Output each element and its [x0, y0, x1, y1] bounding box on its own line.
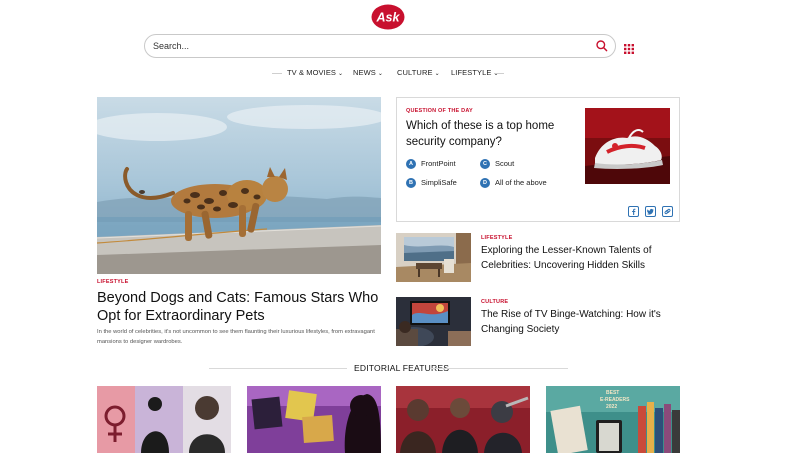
link-icon[interactable] — [662, 206, 673, 217]
twitter-icon[interactable] — [645, 206, 656, 217]
editorial-card[interactable]: BEST E-READERS 2022 — [546, 386, 680, 453]
logo-text: Ask — [376, 11, 401, 25]
search-icon[interactable] — [595, 39, 609, 53]
nav-item-label: LIFESTYLE — [451, 68, 492, 77]
editorial-card[interactable] — [97, 386, 231, 453]
nav-item-label: CULTURE — [397, 68, 433, 77]
apps-grid-icon[interactable] — [624, 41, 634, 54]
search-input[interactable] — [153, 38, 583, 54]
hero-kicker[interactable]: LIFESTYLE — [97, 279, 128, 285]
question-title: Which of these is a top home security co… — [406, 120, 555, 148]
answer-option-d[interactable]: D All of the above — [480, 174, 547, 188]
svg-text:BEST: BEST — [606, 390, 619, 396]
option-text: FrontPoint — [421, 159, 456, 169]
answer-option-c[interactable]: C Scout — [480, 155, 515, 169]
option-letter: A — [406, 158, 416, 169]
svg-text:E-READERS: E-READERS — [600, 397, 630, 403]
nav-divider — [494, 73, 504, 74]
nav-item-label: TV & MOVIES — [287, 68, 337, 77]
option-letter: B — [406, 177, 416, 188]
nav-item-tv-movies[interactable]: TV & MOVIES ⌄ — [287, 68, 343, 77]
chevron-down-icon: ⌄ — [377, 71, 384, 77]
hero-title[interactable]: Beyond Dogs and Cats: Famous Stars Who O… — [97, 289, 387, 325]
editorial-card[interactable] — [396, 386, 530, 453]
svg-text:2022: 2022 — [606, 404, 617, 410]
editorial-divider-left — [209, 368, 347, 369]
editorial-card[interactable] — [247, 386, 381, 453]
ask-logo[interactable]: Ask — [371, 4, 405, 30]
option-text: Scout — [495, 159, 515, 169]
side-article-title[interactable]: Exploring the Lesser-Known Talents of Ce… — [481, 244, 681, 273]
question-kicker: QUESTION OF THE DAY — [406, 108, 473, 114]
ask-logo-mark: Ask — [371, 4, 405, 30]
hero-image[interactable] — [97, 97, 381, 274]
hero-description: In the world of celebrities, it's not un… — [97, 329, 375, 345]
answer-option-b[interactable]: B SimpliSafe — [406, 174, 457, 188]
nav-divider — [272, 73, 282, 74]
side-article-image-tv[interactable] — [396, 297, 471, 346]
search-bar — [144, 34, 616, 58]
facebook-icon[interactable] — [628, 206, 639, 217]
side-article-kicker[interactable]: CULTURE — [481, 299, 508, 305]
question-image-sneaker — [585, 108, 670, 184]
chevron-down-icon: ⌄ — [338, 71, 344, 77]
nav-item-label: NEWS — [353, 68, 376, 77]
category-nav: TV & MOVIES ⌄ NEWS ⌄ CULTURE ⌄ LIFESTYLE ⌄ — [272, 66, 504, 80]
side-article-image-room[interactable] — [396, 233, 471, 282]
option-text: SimpliSafe — [421, 178, 457, 188]
side-article-kicker[interactable]: LIFESTYLE — [481, 235, 512, 241]
option-letter: C — [480, 158, 490, 169]
chevron-down-icon: ⌄ — [493, 71, 499, 77]
chevron-down-icon: ⌄ — [434, 71, 440, 77]
answer-option-a[interactable]: A FrontPoint — [406, 155, 456, 169]
question-of-the-day-card: QUESTION OF THE DAY Which of these is a … — [396, 97, 680, 222]
nav-item-lifestyle[interactable]: LIFESTYLE ⌄ — [451, 68, 499, 77]
editorial-divider-right — [430, 368, 568, 369]
nav-item-news[interactable]: NEWS ⌄ — [353, 68, 383, 77]
option-letter: D — [480, 177, 490, 188]
nav-item-culture[interactable]: CULTURE ⌄ — [397, 68, 440, 77]
side-article-title[interactable]: The Rise of TV Binge-Watching: How it's … — [481, 308, 681, 337]
option-text: All of the above — [495, 178, 547, 188]
